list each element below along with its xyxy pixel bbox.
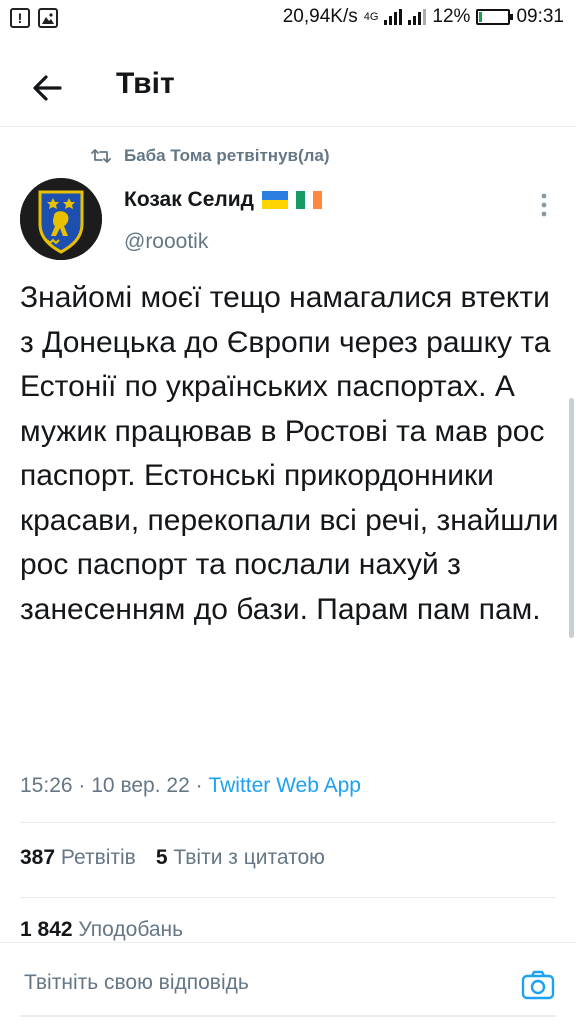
battery-fill: [479, 12, 483, 22]
likes-count: 1 842: [20, 918, 73, 941]
meta-separator-2: ·: [195, 774, 203, 797]
likes-stat[interactable]: 1 842 Уподобань: [20, 918, 183, 942]
ukraine-flag-icon: [261, 191, 288, 209]
retweet-context[interactable]: Баба Тома ретвітнув(ла): [90, 146, 330, 166]
more-options-icon[interactable]: [536, 190, 552, 220]
status-indicators: 20,94K/s 4G 12% 09:31: [283, 6, 564, 28]
battery-icon: [476, 9, 514, 25]
camera-icon[interactable]: [520, 967, 556, 1003]
meta-separator: ·: [78, 774, 86, 797]
author-name: Козак Селид: [124, 188, 254, 211]
battery-percent: 12%: [432, 6, 471, 27]
author-handle[interactable]: @roootik: [124, 230, 208, 254]
quotes-stat[interactable]: 5 Твіти з цитатою: [156, 846, 325, 870]
tweet-meta: 15:26 · 10 вер. 22 · Twitter Web App: [20, 774, 361, 798]
retweets-count: 387: [20, 846, 56, 869]
back-arrow-icon[interactable]: [28, 68, 68, 108]
tweet-stats: 387 Ретвітів 5 Твіти з цитатою: [20, 846, 325, 870]
clock: 09:31: [516, 6, 564, 27]
avatar[interactable]: [20, 178, 102, 260]
scrollbar[interactable]: [569, 398, 574, 638]
tweet-text: Знайомі моєї тещо намагалися втекти з До…: [20, 281, 559, 626]
likes-label: Уподобань: [78, 918, 184, 941]
network-type: 4G: [363, 11, 379, 23]
reply-underline: [20, 1015, 556, 1017]
image-icon: [38, 8, 58, 28]
tweet-date: 10 вер. 22: [91, 774, 190, 797]
tweet-time: 15:26: [20, 774, 73, 797]
retweets-label: Ретвітів: [60, 846, 136, 869]
signal-icon-2: [408, 9, 427, 25]
author-name-row[interactable]: Козак Селид: [124, 188, 322, 212]
reply-input[interactable]: Твітніть свою відповідь: [24, 971, 249, 995]
quotes-count: 5: [155, 846, 168, 869]
retweet-icon: [91, 149, 111, 163]
ireland-flag-icon: [295, 191, 322, 209]
retweet-label: Баба Тома ретвітнув(ла): [124, 146, 330, 165]
network-speed: 20,94K/s: [282, 6, 358, 27]
signal-icon: [384, 9, 403, 25]
status-bar: ! 20,94K/s 4G 12% 09:31: [0, 0, 576, 38]
retweets-stat[interactable]: 387 Ретвітів: [20, 846, 136, 870]
reply-bar: Твітніть свою відповідь: [0, 942, 576, 1025]
top-bar: Твіт: [0, 50, 576, 127]
alert-icon: !: [10, 8, 30, 28]
page-title: Твіт: [116, 67, 175, 100]
notification-icons: !: [10, 8, 58, 28]
divider: [20, 822, 556, 823]
quotes-label: Твіти з цитатою: [173, 846, 325, 869]
tweet-source-link[interactable]: Twitter Web App: [208, 774, 361, 797]
divider: [20, 897, 556, 898]
